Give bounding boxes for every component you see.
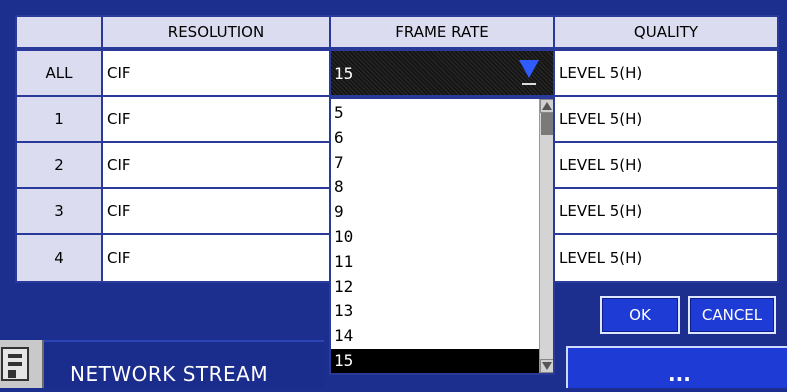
option-13[interactable]: 13 <box>331 299 539 324</box>
header-frame-rate: FRAME RATE <box>329 15 555 49</box>
option-11[interactable]: 11 <box>331 250 539 275</box>
option-5[interactable]: 5 <box>331 101 539 126</box>
resolution-cell-3[interactable]: CIF <box>101 187 331 235</box>
ok-button[interactable]: OK <box>600 296 680 334</box>
scroll-down-button[interactable] <box>540 359 553 373</box>
option-9[interactable]: 9 <box>331 200 539 225</box>
options-container: 5 6 7 8 9 10 11 12 13 14 15 <box>331 101 539 373</box>
row-label-4[interactable]: 4 <box>15 233 103 283</box>
header-resolution: RESOLUTION <box>101 15 331 49</box>
resolution-cell-1[interactable]: CIF <box>101 95 331 143</box>
more-label: ... <box>668 362 691 386</box>
row-label-all[interactable]: ALL <box>15 49 103 97</box>
triangle-down-icon <box>542 362 552 370</box>
resolution-cell-2[interactable]: CIF <box>101 141 331 189</box>
row-label-2[interactable]: 2 <box>15 141 103 189</box>
quality-cell-3[interactable]: LEVEL 5(H) <box>553 187 779 235</box>
scrollbar[interactable] <box>539 99 553 373</box>
option-8[interactable]: 8 <box>331 175 539 200</box>
option-7[interactable]: 7 <box>331 151 539 176</box>
option-14[interactable]: 14 <box>331 324 539 349</box>
frame-rate-selected: 15 <box>334 63 354 83</box>
option-6[interactable]: 6 <box>331 126 539 151</box>
triangle-up-icon <box>542 102 552 110</box>
scroll-up-button[interactable] <box>540 99 553 113</box>
more-button[interactable]: ... <box>566 346 787 388</box>
network-stream-label: NETWORK STREAM <box>70 362 269 386</box>
frame-rate-options-list[interactable]: 5 6 7 8 9 10 11 12 13 14 15 <box>329 97 555 375</box>
option-12[interactable]: 12 <box>331 275 539 300</box>
table-corner <box>15 15 103 49</box>
scroll-thumb[interactable] <box>541 113 553 135</box>
quality-cell-2[interactable]: LEVEL 5(H) <box>553 141 779 189</box>
resolution-cell-4[interactable]: CIF <box>101 233 331 283</box>
option-15[interactable]: 15 <box>331 348 539 373</box>
quality-cell-all[interactable]: LEVEL 5(H) <box>553 49 779 97</box>
quality-cell-4[interactable]: LEVEL 5(H) <box>553 233 779 283</box>
network-stream-tab[interactable]: NETWORK STREAM <box>44 340 324 388</box>
network-icon <box>0 340 44 388</box>
row-label-1[interactable]: 1 <box>15 95 103 143</box>
quality-cell-1[interactable]: LEVEL 5(H) <box>553 95 779 143</box>
resolution-cell-all[interactable]: CIF <box>101 49 331 97</box>
row-label-3[interactable]: 3 <box>15 187 103 235</box>
triangle-down-icon[interactable] <box>519 60 539 85</box>
header-quality: QUALITY <box>553 15 779 49</box>
cancel-button[interactable]: CANCEL <box>688 296 776 334</box>
frame-rate-dropdown[interactable]: 15 <box>329 49 555 97</box>
option-10[interactable]: 10 <box>331 225 539 250</box>
